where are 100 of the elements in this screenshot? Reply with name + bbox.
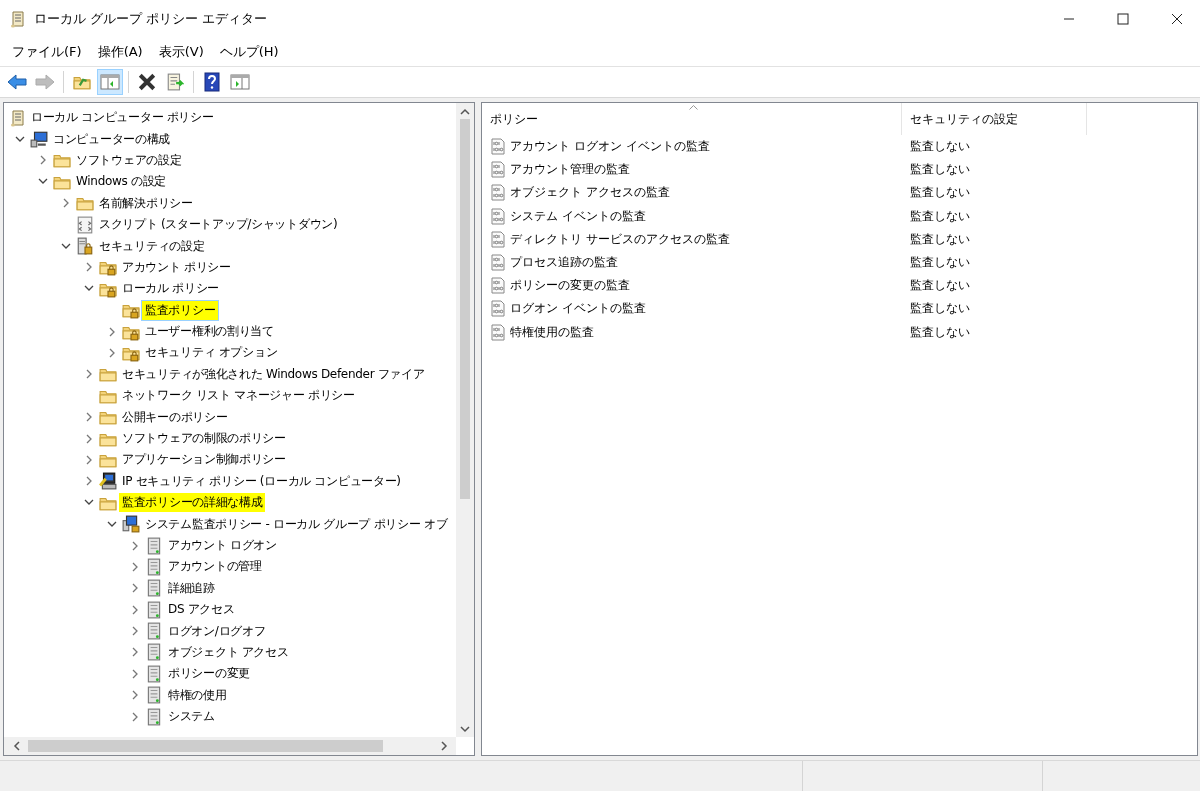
vertical-scrollbar[interactable] <box>456 103 474 737</box>
chevron-right-icon[interactable] <box>131 604 139 615</box>
chevron-down-icon[interactable] <box>15 135 25 143</box>
chevron-right-icon[interactable] <box>85 262 93 273</box>
scroll-left-icon[interactable] <box>12 741 20 751</box>
tree-item[interactable]: スクリプト (スタートアップ/シャットダウン) <box>96 215 341 235</box>
tree-item[interactable]: ソフトウェアの制限のポリシー <box>119 429 289 449</box>
policy-name[interactable]: システム イベントの監査 <box>510 207 646 225</box>
chevron-right-icon[interactable] <box>85 476 93 487</box>
chevron-right-icon[interactable] <box>131 583 139 594</box>
chevron-right-icon[interactable] <box>131 626 139 637</box>
chevron-right-icon[interactable] <box>85 412 93 423</box>
server-icon <box>145 686 163 705</box>
chevron-down-icon[interactable] <box>38 178 48 186</box>
computer-icon <box>30 130 48 149</box>
computer-key-icon <box>99 472 117 491</box>
tree-item[interactable]: コンピューターの構成 <box>50 129 173 149</box>
scroll-up-icon[interactable] <box>460 107 470 115</box>
tree-item[interactable]: 特権の使用 <box>165 685 230 705</box>
tree-item[interactable]: ソフトウェアの設定 <box>73 150 185 170</box>
policy-document-icon <box>490 254 506 272</box>
console-tree-icon <box>100 74 120 90</box>
column-header[interactable]: ポリシー <box>482 103 902 135</box>
tree-item[interactable]: ポリシーの変更 <box>165 664 253 684</box>
delete-icon <box>138 73 156 91</box>
chevron-right-icon[interactable] <box>131 561 139 572</box>
policy-document-icon <box>490 230 506 248</box>
server-icon <box>145 600 163 619</box>
policy-name[interactable]: プロセス追跡の監査 <box>510 254 618 272</box>
policy-setting: 監査しない <box>909 254 971 272</box>
tree-item[interactable]: 詳細追跡 <box>165 578 218 598</box>
menu-item[interactable]: ファイル(F) <box>4 43 90 61</box>
server-icon <box>145 707 163 726</box>
menu-item[interactable]: 表示(V) <box>150 43 212 61</box>
tree-item[interactable]: アプリケーション制御ポリシー <box>119 450 289 470</box>
scroll-icon <box>10 108 26 127</box>
tree-item[interactable]: 公開キーのポリシー <box>119 407 231 427</box>
tree-item[interactable]: ログオン/ログオフ <box>165 621 269 641</box>
menu-item[interactable]: 操作(A) <box>89 43 151 61</box>
chevron-right-icon[interactable] <box>131 668 139 679</box>
policy-document-icon <box>490 184 506 202</box>
policy-name[interactable]: 特権使用の監査 <box>510 323 594 341</box>
chevron-right-icon[interactable] <box>108 326 116 337</box>
tree-item[interactable]: Windows の設定 <box>73 172 170 192</box>
policy-name[interactable]: オブジェクト アクセスの監査 <box>510 184 670 202</box>
export-list-icon <box>166 73 184 91</box>
policy-setting: 監査しない <box>909 184 971 202</box>
chevron-right-icon[interactable] <box>85 454 93 465</box>
scroll-down-icon[interactable] <box>460 725 470 733</box>
sort-caret-icon <box>689 105 698 110</box>
tree-item[interactable]: IP セキュリティ ポリシー (ローカル コンピューター) <box>119 471 404 491</box>
tree-item[interactable]: アカウント ポリシー <box>119 257 234 277</box>
menu-item[interactable]: ヘルプ(H) <box>211 43 287 61</box>
horizontal-scrollbar[interactable] <box>4 737 456 755</box>
tree-item[interactable]: システム <box>165 707 218 727</box>
tree-item[interactable]: ネットワーク リスト マネージャー ポリシー <box>119 386 358 406</box>
policy-name[interactable]: ディレクトリ サービスのアクセスの監査 <box>510 230 730 248</box>
policy-name[interactable]: アカウント ログオン イベントの監査 <box>510 138 710 156</box>
policy-name[interactable]: アカウント管理の監査 <box>510 161 630 179</box>
tree-item[interactable]: システム監査ポリシー - ローカル グループ ポリシー オブ <box>142 514 451 534</box>
app-icon <box>10 10 26 28</box>
tree-item[interactable]: オブジェクト アクセス <box>165 642 292 662</box>
scroll-right-icon[interactable] <box>440 741 448 751</box>
chevron-down-icon[interactable] <box>107 520 117 528</box>
policy-name[interactable]: ポリシーの変更の監査 <box>510 277 630 295</box>
tree-item[interactable]: アカウントの管理 <box>165 557 265 577</box>
tree-item[interactable]: ユーザー権利の割り当て <box>142 322 277 342</box>
chevron-down-icon[interactable] <box>84 285 94 293</box>
server-icon <box>145 643 163 662</box>
server-icon <box>145 622 163 641</box>
chevron-right-icon[interactable] <box>85 433 93 444</box>
tree-item[interactable]: 名前解決ポリシー <box>96 193 196 213</box>
policy-name[interactable]: ログオン イベントの監査 <box>510 300 646 318</box>
tree-item[interactable]: セキュリティの設定 <box>96 236 208 256</box>
chevron-right-icon[interactable] <box>62 198 70 209</box>
tree-item[interactable]: ローカル ポリシー <box>119 279 223 299</box>
chevron-right-icon[interactable] <box>131 540 139 551</box>
chevron-right-icon[interactable] <box>131 690 139 701</box>
chevron-right-icon[interactable] <box>39 155 47 166</box>
server-icon <box>145 579 163 598</box>
tree-item[interactable]: ローカル コンピューター ポリシー <box>28 108 217 128</box>
chevron-down-icon[interactable] <box>84 499 94 507</box>
policy-document-icon <box>490 300 506 318</box>
tree-item[interactable]: セキュリティ オプション <box>142 343 281 363</box>
back-arrow-icon <box>7 74 27 90</box>
policy-setting: 監査しない <box>909 207 971 225</box>
policy-setting: 監査しない <box>909 161 971 179</box>
chevron-right-icon[interactable] <box>85 369 93 380</box>
tree-item[interactable]: アカウント ログオン <box>165 536 280 555</box>
tree-item[interactable]: DS アクセス <box>165 600 238 620</box>
column-header[interactable]: セキュリティの設定 <box>902 103 1087 135</box>
policy-document-icon <box>490 207 506 225</box>
tree-item[interactable]: 監査ポリシーの詳細な構成 <box>119 493 266 513</box>
maximize-icon <box>1117 13 1129 25</box>
chevron-right-icon[interactable] <box>131 647 139 658</box>
chevron-right-icon[interactable] <box>108 348 116 358</box>
chevron-right-icon[interactable] <box>131 711 139 722</box>
tree-item[interactable]: セキュリティが強化された Windows Defender ファイア <box>119 364 428 384</box>
tree-item[interactable]: 監査ポリシー <box>142 300 219 320</box>
chevron-down-icon[interactable] <box>61 242 71 250</box>
